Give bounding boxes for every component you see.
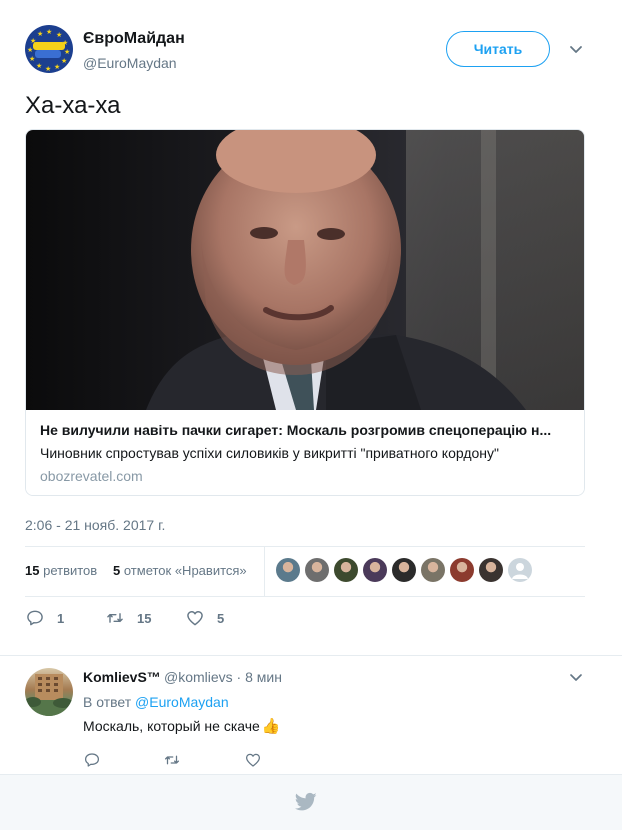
retweet-icon: [164, 755, 180, 765]
thumbs-up-icon: 👍: [261, 718, 281, 735]
stats-separator: [264, 546, 265, 596]
reply-like-button[interactable]: [244, 748, 262, 772]
follow-button[interactable]: Читать: [446, 31, 550, 67]
embed-footer: [0, 774, 622, 830]
retweet-icon: [107, 613, 123, 623]
reply-button[interactable]: 1: [25, 606, 64, 630]
in-reply-to-label: В ответ: [83, 694, 132, 710]
liker-avatar[interactable]: [363, 558, 387, 582]
liker-avatar[interactable]: [508, 558, 532, 582]
stats-row: 15 ретвитов 5 отметок «Нравится»: [25, 546, 585, 596]
liker-avatar[interactable]: [421, 558, 445, 582]
reply-count: 1: [57, 610, 65, 626]
reply-text: Москаль, который не скаче 👍: [83, 717, 281, 735]
portrait-photo: [146, 130, 584, 410]
heart-icon: [245, 753, 261, 767]
reply-retweet-button[interactable]: [163, 748, 181, 772]
author-name[interactable]: ЄвроМайдан: [83, 30, 185, 48]
star-icon: ★: [45, 66, 52, 73]
link-card[interactable]: Не вилучили навіть пачки сигарет: Москал…: [25, 129, 585, 496]
liker-avatar[interactable]: [392, 558, 416, 582]
reply-author-name[interactable]: KomlievS™: [83, 669, 161, 685]
building-photo: [25, 674, 73, 716]
liker-avatar[interactable]: [276, 558, 300, 582]
card-domain: obozrevatel.com: [40, 468, 143, 484]
flag-blue-stripe: [35, 50, 61, 58]
chevron-down-icon[interactable]: [567, 40, 585, 58]
star-icon: ★: [36, 63, 43, 70]
reply-author-avatar[interactable]: [25, 668, 73, 716]
retweets-stat-count: 15: [25, 563, 40, 578]
star-icon: ★: [56, 32, 63, 39]
reply-reply-button[interactable]: [83, 748, 101, 772]
liker-avatar[interactable]: [334, 558, 358, 582]
tweet: ★ ★ ★ ★ ★ ★ ★ ★ ★ ★ ★ ★ ЄвроМайдан @Euro…: [0, 0, 622, 655]
retweet-count: 15: [137, 610, 152, 626]
reply-icon: [84, 753, 100, 767]
tweet-timestamp[interactable]: 2:06 - 21 нояб. 2017 г.: [25, 517, 165, 533]
heart-icon: [187, 611, 203, 626]
tweet-text: Ха-ха-ха: [25, 92, 121, 119]
star-icon: ★: [29, 56, 36, 63]
star-icon: ★: [61, 58, 68, 65]
star-icon: ★: [46, 29, 53, 36]
likes-stat-label: отметок «Нравится»: [123, 563, 247, 578]
chevron-down-icon[interactable]: [568, 669, 584, 685]
star-icon: ★: [64, 49, 71, 56]
card-image: [26, 130, 584, 410]
like-count: 5: [217, 610, 225, 626]
twitter-bird-icon[interactable]: [295, 792, 317, 812]
likes-stat-count: 5: [113, 563, 121, 578]
reply-icon: [27, 610, 43, 626]
liker-avatar[interactable]: [450, 558, 474, 582]
in-reply-to-mention[interactable]: @EuroMaydan: [135, 694, 229, 710]
retweet-button[interactable]: 15: [105, 606, 151, 630]
card-body: Не вилучили навіть пачки сигарет: Москал…: [26, 410, 584, 495]
author-handle[interactable]: @EuroMaydan: [83, 55, 177, 71]
reply-handle-time[interactable]: @komlievs · 8 мин: [164, 669, 282, 685]
reply-text-content: Москаль, который не скаче: [83, 718, 260, 734]
retweets-stat-label: ретвитов: [43, 563, 98, 578]
like-button[interactable]: 5: [185, 606, 224, 630]
liker-avatar[interactable]: [305, 558, 329, 582]
reply-tweet[interactable]: KomlievS™ @komlievs · 8 мин В ответ @Eur…: [0, 656, 622, 774]
card-title[interactable]: Не вилучили навіть пачки сигарет: Москал…: [40, 422, 572, 438]
in-reply-to: В ответ @EuroMaydan: [83, 694, 229, 710]
flag-yellow-stripe: [33, 42, 65, 50]
likes-stat[interactable]: 5 отметок «Нравится»: [113, 563, 247, 578]
star-icon: ★: [54, 64, 61, 71]
liker-avatar[interactable]: [479, 558, 503, 582]
retweets-stat[interactable]: 15 ретвитов: [25, 563, 97, 578]
card-description: Чиновник спростував успіхи силовиків у в…: [40, 445, 499, 461]
star-icon: ★: [37, 31, 44, 38]
author-avatar[interactable]: ★ ★ ★ ★ ★ ★ ★ ★ ★ ★ ★ ★: [25, 25, 73, 73]
divider: [25, 596, 585, 597]
